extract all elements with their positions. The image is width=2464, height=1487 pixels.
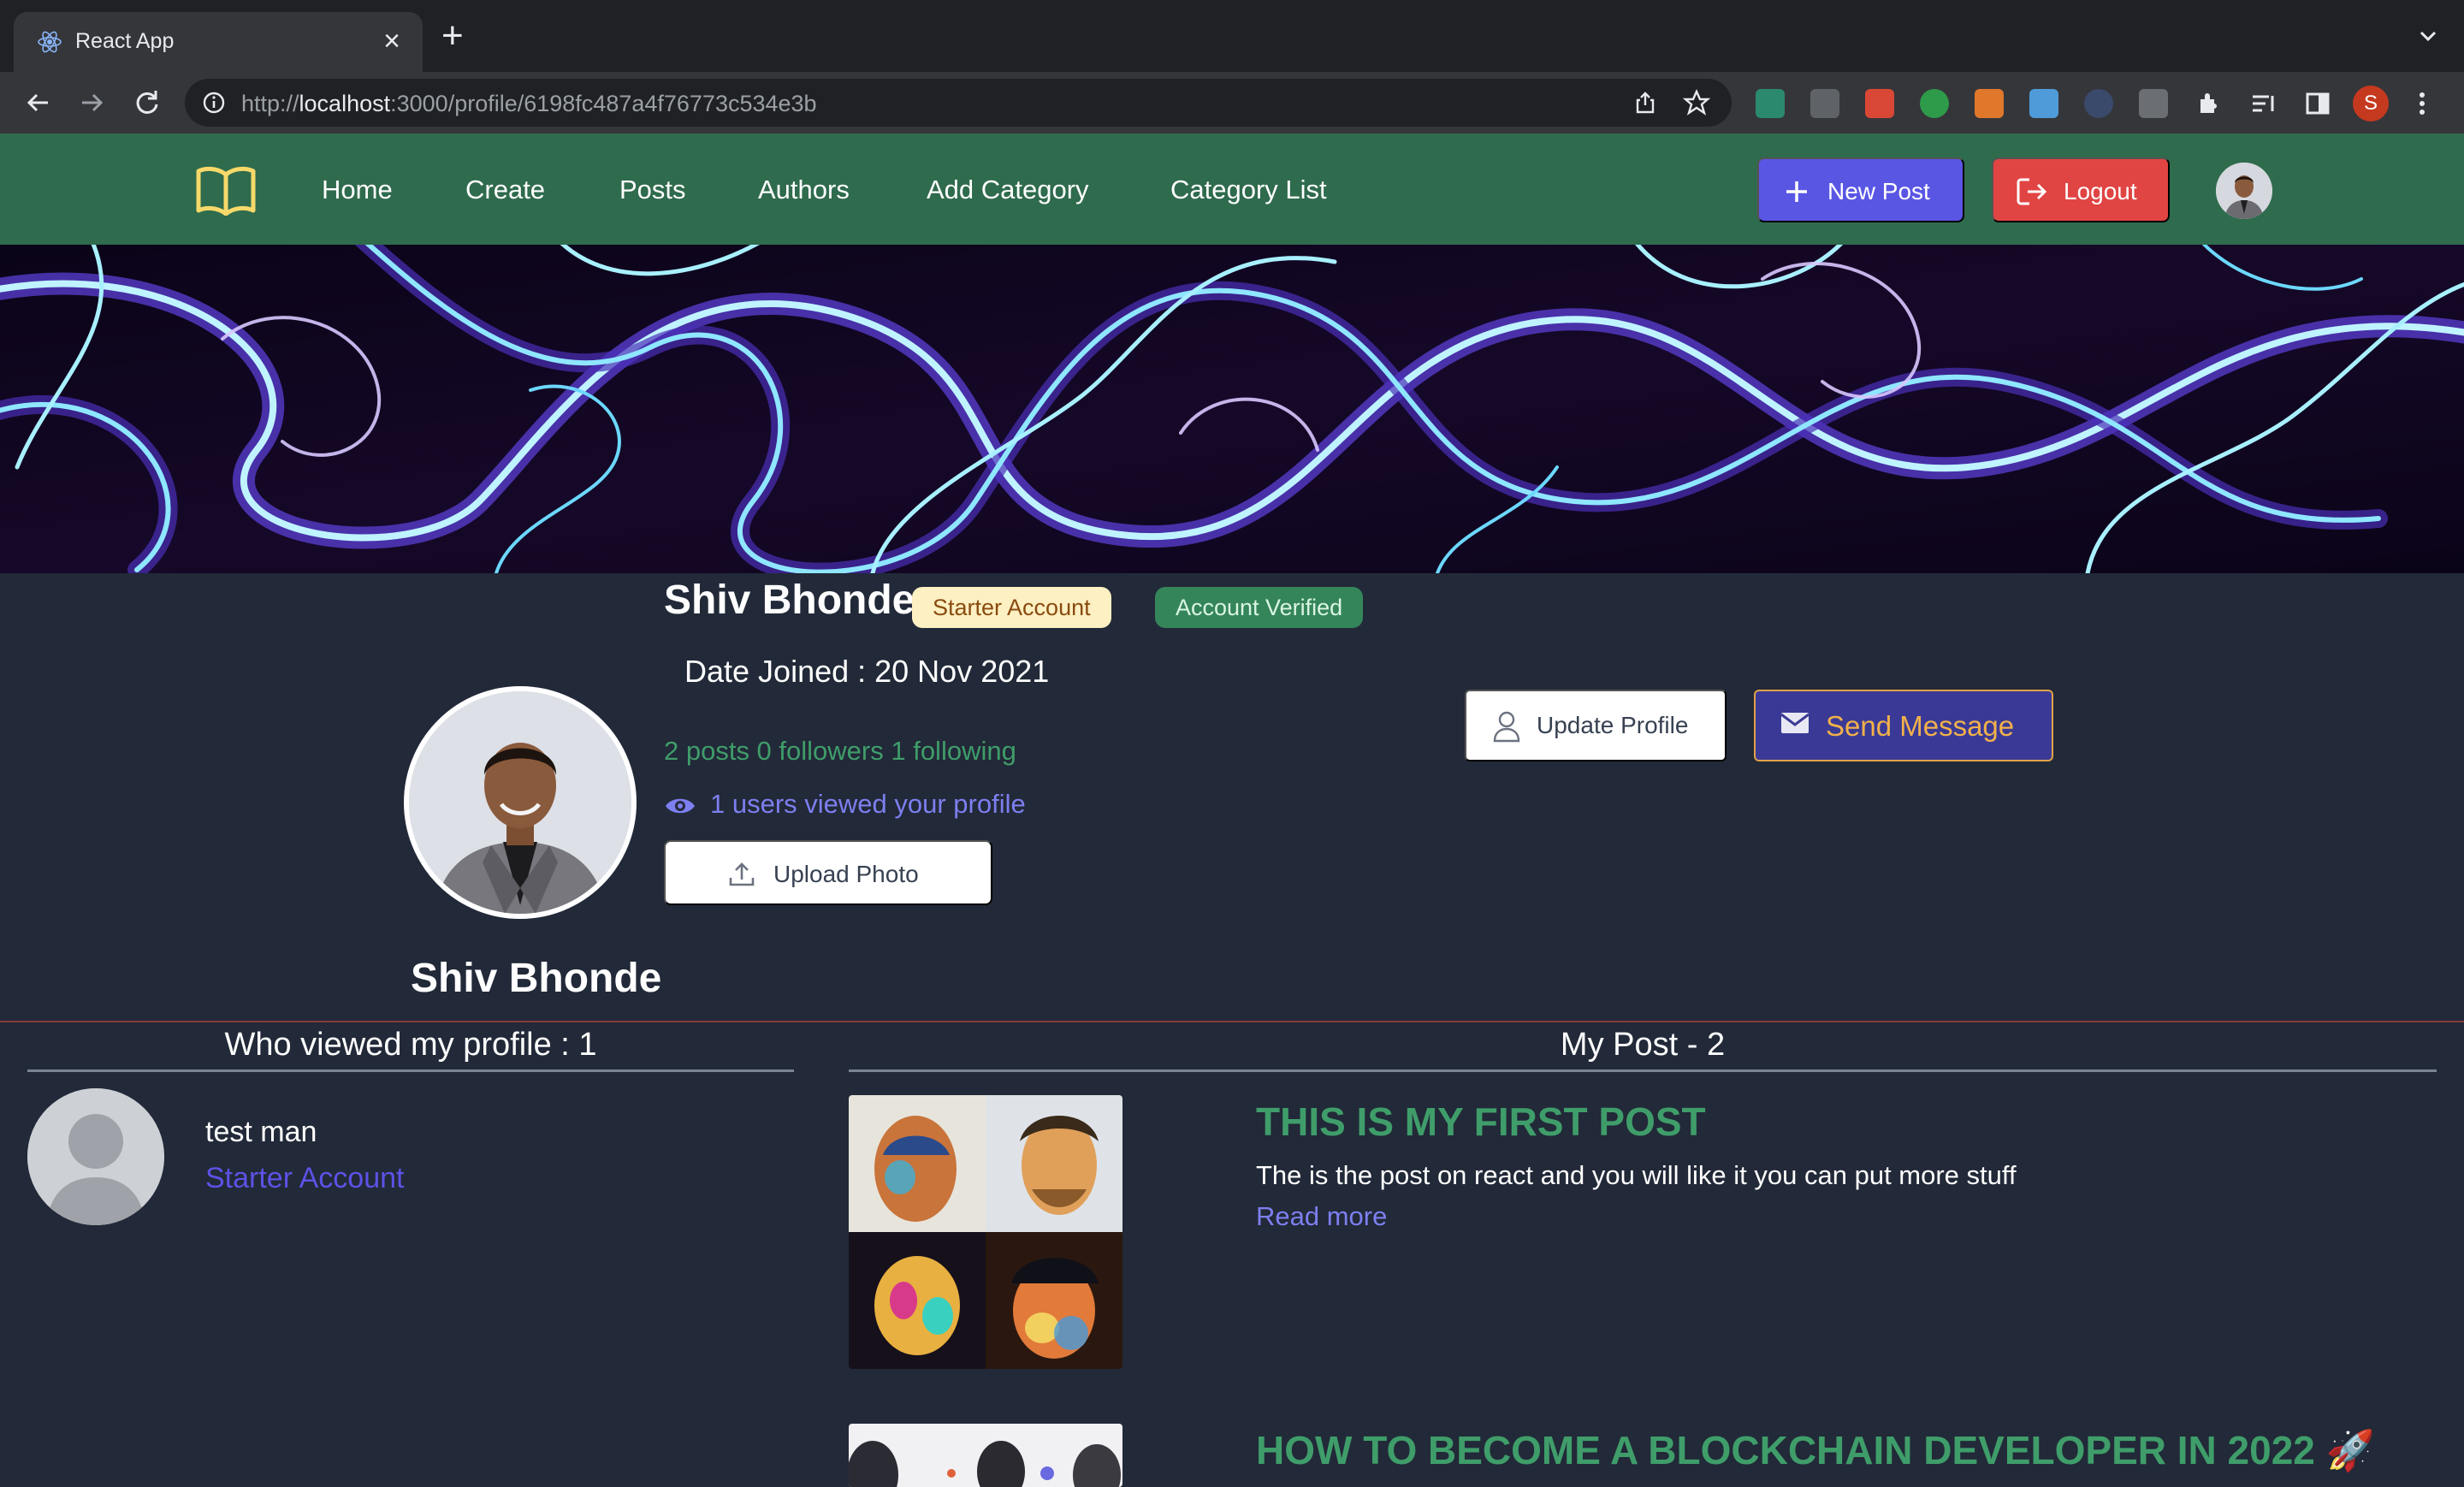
profile-name: Shiv Bhonde bbox=[664, 578, 915, 623]
browser-profile-avatar[interactable]: S bbox=[2353, 86, 2389, 121]
forward-arrow-icon[interactable] bbox=[75, 86, 110, 120]
new-tab-icon[interactable]: + bbox=[441, 17, 464, 55]
tab-title: React App bbox=[75, 29, 175, 53]
update-profile-label: Update Profile bbox=[1537, 712, 1689, 738]
follow-stats: 2 posts 0 followers 1 following bbox=[664, 736, 1016, 766]
share-icon[interactable] bbox=[1632, 90, 1658, 116]
logout-button[interactable]: Logout bbox=[1992, 157, 2170, 222]
new-post-label: New Post bbox=[1827, 178, 1930, 204]
back-arrow-icon[interactable] bbox=[21, 86, 55, 120]
update-profile-button[interactable]: Update Profile bbox=[1465, 690, 1727, 761]
upload-photo-button[interactable]: Upload Photo bbox=[664, 840, 992, 905]
profile-views-text: 1 users viewed your profile bbox=[710, 789, 1026, 819]
logout-icon bbox=[2017, 178, 2047, 205]
nav-link-add-category[interactable]: Add Category bbox=[927, 175, 1089, 205]
extension-icon[interactable] bbox=[1975, 89, 2004, 118]
posts-heading: My Post - 2 bbox=[1560, 1027, 1726, 1063]
post-description: The is the post on react and you will li… bbox=[1256, 1160, 2017, 1190]
profile-cover-image bbox=[0, 245, 2464, 573]
extension-icon[interactable] bbox=[2139, 89, 2168, 118]
verified-badge: Account Verified bbox=[1155, 587, 1364, 628]
nav-link-create[interactable]: Create bbox=[465, 175, 545, 205]
viewers-heading: Who viewed my profile : 1 bbox=[224, 1027, 597, 1063]
date-joined: Date Joined : 20 Nov 2021 bbox=[684, 654, 1050, 689]
profile-views: 1 users viewed your profile bbox=[664, 789, 1026, 820]
post-title-link[interactable]: HOW TO BECOME A BLOCKCHAIN DEVELOPER IN … bbox=[1256, 1427, 2375, 1474]
more-options-icon[interactable] bbox=[2416, 89, 2428, 118]
url-text: http://localhost:3000/profile/6198fc487a… bbox=[241, 91, 817, 116]
browser-tab[interactable]: React App × bbox=[14, 12, 423, 72]
post-thumbnail[interactable] bbox=[849, 1095, 1122, 1369]
puzzle-extensions-icon[interactable] bbox=[2194, 89, 2223, 118]
extension-icon[interactable] bbox=[1810, 89, 1839, 118]
viewer-account-type: Starter Account bbox=[205, 1162, 405, 1194]
viewer-avatar[interactable] bbox=[27, 1088, 164, 1225]
post-title-link[interactable]: THIS IS MY FIRST POST bbox=[1256, 1099, 1706, 1145]
send-message-label: Send Message bbox=[1826, 710, 2015, 742]
extension-icon[interactable] bbox=[1920, 89, 1949, 118]
nav-link-category-list[interactable]: Category List bbox=[1170, 175, 1327, 205]
plus-icon bbox=[1786, 181, 1807, 202]
viewer-name[interactable]: test man bbox=[205, 1116, 317, 1149]
extension-icon[interactable] bbox=[2084, 89, 2113, 118]
extension-icon[interactable] bbox=[1756, 89, 1785, 118]
reload-icon[interactable] bbox=[130, 86, 164, 120]
post-thumbnail[interactable] bbox=[849, 1424, 1122, 1487]
eye-icon bbox=[666, 798, 695, 814]
section-divider bbox=[0, 1021, 2464, 1022]
extension-icon[interactable] bbox=[1865, 89, 1894, 118]
profile-name-caption: Shiv Bhonde bbox=[411, 956, 662, 1001]
send-message-button[interactable]: Send Message bbox=[1754, 690, 2053, 761]
site-info-icon[interactable] bbox=[202, 91, 226, 115]
logout-label: Logout bbox=[2064, 178, 2137, 204]
nav-link-authors[interactable]: Authors bbox=[758, 175, 850, 205]
bookmark-star-icon[interactable] bbox=[1682, 88, 1711, 117]
upload-photo-label: Upload Photo bbox=[773, 861, 919, 887]
user-icon bbox=[1493, 711, 1520, 743]
extension-icon[interactable] bbox=[2029, 89, 2058, 118]
browser-tab-strip: React App × + bbox=[0, 0, 2464, 72]
close-tab-icon[interactable]: × bbox=[383, 24, 400, 58]
side-panel-icon[interactable] bbox=[2303, 89, 2332, 118]
nav-link-posts[interactable]: Posts bbox=[619, 175, 686, 205]
tab-search-chevron-icon[interactable] bbox=[2416, 24, 2440, 48]
address-bar[interactable]: http://localhost:3000/profile/6198fc487a… bbox=[185, 79, 1732, 127]
user-avatar[interactable] bbox=[2216, 163, 2272, 219]
upload-icon bbox=[729, 862, 755, 886]
book-logo-icon[interactable] bbox=[195, 164, 257, 216]
app-navbar: Home Create Posts Authors Add Category C… bbox=[0, 133, 2464, 245]
nav-link-home[interactable]: Home bbox=[322, 175, 393, 205]
profile-avatar bbox=[404, 686, 637, 919]
browser-toolbar: http://localhost:3000/profile/6198fc487a… bbox=[0, 72, 2464, 133]
posts-divider bbox=[849, 1069, 2437, 1072]
reading-list-icon[interactable] bbox=[2248, 89, 2277, 118]
react-favicon-icon bbox=[38, 31, 62, 53]
read-more-link[interactable]: Read more bbox=[1256, 1201, 1387, 1232]
viewers-divider bbox=[27, 1069, 794, 1072]
mail-icon bbox=[1780, 713, 1810, 733]
account-type-badge: Starter Account bbox=[912, 587, 1111, 628]
new-post-button[interactable]: New Post bbox=[1757, 157, 1964, 222]
